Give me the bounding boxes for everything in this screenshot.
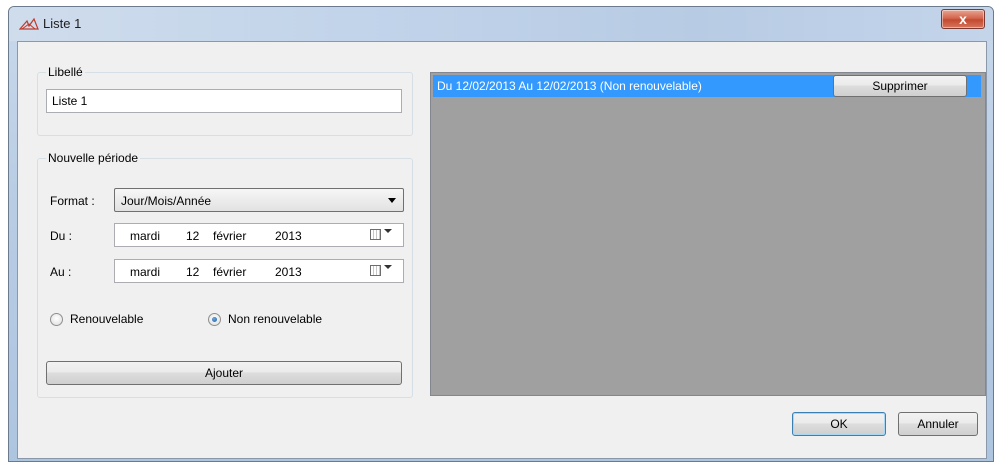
au-day: 12: [186, 265, 200, 279]
calendar-icon[interactable]: [370, 229, 381, 240]
calendar-dropdown-icon[interactable]: [384, 265, 392, 269]
dialog-window: Liste 1 x Libellé Liste 1 Nouvelle pério…: [8, 6, 994, 462]
radio-non-renouvelable[interactable]: [208, 313, 221, 326]
nouvelle-periode-group: Nouvelle période Format : Jour/Mois/Anné…: [37, 151, 413, 398]
dialog-client-area: Libellé Liste 1 Nouvelle période Format …: [17, 41, 987, 459]
list-item[interactable]: Du 12/02/2013 Au 12/02/2013 (Non renouve…: [433, 75, 981, 97]
libelle-input[interactable]: Liste 1: [46, 89, 402, 113]
period-text: Du 12/02/2013 Au 12/02/2013 (Non renouve…: [437, 79, 702, 93]
radio-renouvelable-label[interactable]: Renouvelable: [70, 312, 143, 326]
ajouter-button[interactable]: Ajouter: [46, 361, 402, 385]
format-select-value: Jour/Mois/Année: [121, 194, 212, 208]
au-date-picker[interactable]: mardi 12 février 2013: [114, 259, 404, 283]
supprimer-button[interactable]: Supprimer: [833, 75, 967, 97]
ok-button[interactable]: OK: [792, 412, 886, 436]
calendar-icon[interactable]: [370, 265, 381, 276]
au-label: Au :: [50, 265, 72, 279]
du-year: 2013: [275, 229, 302, 243]
du-month: février: [213, 229, 247, 243]
au-month: février: [213, 265, 247, 279]
app-logo-icon: [19, 17, 39, 30]
nouvelle-periode-legend: Nouvelle période: [46, 151, 141, 165]
libelle-group: Libellé Liste 1: [37, 65, 413, 136]
du-day: 12: [186, 229, 200, 243]
window-title: Liste 1: [43, 16, 82, 31]
title-bar[interactable]: Liste 1 x: [9, 7, 993, 41]
du-day-name: mardi: [130, 229, 161, 243]
chevron-down-icon: [388, 198, 396, 203]
libelle-legend: Libellé: [46, 65, 85, 79]
periods-list[interactable]: Du 12/02/2013 Au 12/02/2013 (Non renouve…: [430, 72, 986, 396]
format-select[interactable]: Jour/Mois/Année: [114, 188, 404, 212]
du-label: Du :: [50, 229, 73, 243]
annuler-button[interactable]: Annuler: [898, 412, 978, 436]
du-date-picker[interactable]: mardi 12 février 2013: [114, 223, 404, 247]
au-year: 2013: [275, 265, 302, 279]
au-day-name: mardi: [130, 265, 161, 279]
close-button[interactable]: x: [941, 9, 985, 29]
radio-renouvelable[interactable]: [50, 313, 63, 326]
format-label: Format :: [50, 194, 95, 208]
radio-non-renouvelable-label[interactable]: Non renouvelable: [228, 312, 322, 326]
calendar-dropdown-icon[interactable]: [384, 229, 392, 233]
